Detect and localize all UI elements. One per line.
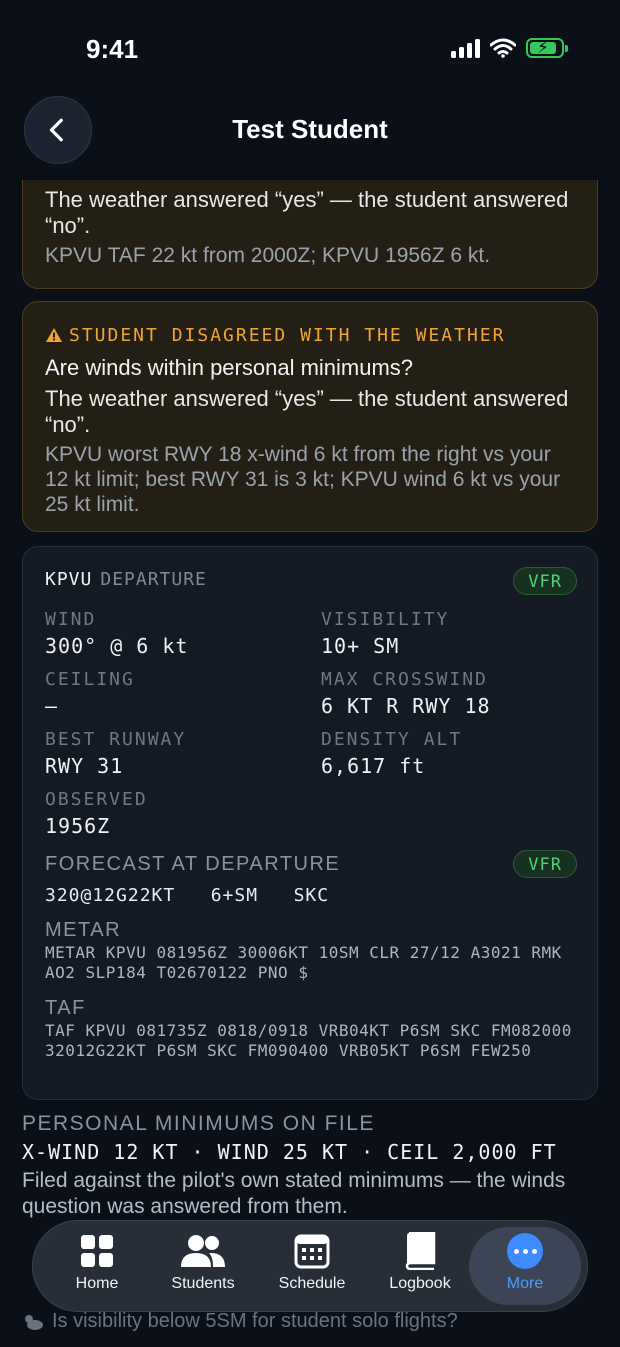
visibility-value: 10+ SM	[321, 634, 400, 658]
card-answer: The weather answered “yes” — the student…	[45, 187, 569, 238]
people-icon	[181, 1235, 225, 1267]
taf-text: TAF KPVU 081735Z 0818/0918 VRB04KT P6SM …	[45, 1021, 572, 1060]
metar-label: METAR	[45, 919, 122, 941]
density-alt-field: DENSITY ALT 6,617 ft	[321, 729, 581, 778]
tab-logbook[interactable]: Logbook	[366, 1227, 474, 1305]
max-crosswind-field: MAX CROSSWIND 6 KT R RWY 18	[321, 669, 581, 718]
warning-heading: STUDENT DISAGREED WITH THE WEATHER	[45, 322, 575, 348]
personal-minimums-label: PERSONAL MINIMUMS ON FILE	[22, 1112, 375, 1135]
status-time: 9:41	[86, 34, 139, 64]
book-icon	[405, 1232, 436, 1270]
max-crosswind-value: 6 KT R RWY 18	[321, 694, 491, 718]
list-item-text: Is visibility below 5SM for student solo…	[52, 1310, 458, 1332]
forecast-label: FORECAST AT DEPARTURE	[45, 853, 341, 875]
ellipsis-icon	[507, 1233, 543, 1269]
card-detail: KPVU TAF 22 kt from 2000Z; KPVU 1956Z 6 …	[45, 244, 491, 267]
disagreement-card: STUDENT DISAGREED WITH THE WEATHER Are w…	[22, 301, 598, 532]
card-question: Are winds within personal minimums?	[45, 355, 414, 380]
weather-card-heading: KPVU DEPARTURE	[45, 569, 207, 590]
personal-minimums-value: X-WIND 12 KT · WIND 25 KT · CEIL 2,000 F…	[22, 1140, 557, 1164]
flight-category-badge: VFR	[513, 567, 577, 595]
card-answer: The weather answered “yes” — the student…	[45, 386, 569, 437]
metar-text: METAR KPVU 081956Z 30006KT 10SM CLR 27/1…	[45, 943, 562, 982]
best-runway-value: RWY 31	[45, 754, 124, 778]
warning-text: STUDENT DISAGREED WITH THE WEATHER	[69, 324, 506, 346]
tab-students[interactable]: Students	[149, 1227, 257, 1305]
airport-id: KPVU	[45, 569, 93, 590]
wind-value: 300° @ 6 kt	[45, 634, 189, 658]
tab-bar: Home Students Schedule Logbook More	[32, 1220, 588, 1312]
scroll-content[interactable]: The weather answered “yes” — the student…	[0, 180, 620, 1347]
observed-field: OBSERVED 1956Z	[45, 789, 305, 838]
page-title: Test Student	[232, 114, 388, 144]
cellular-signal-icon	[451, 38, 480, 58]
weather-card: KPVU DEPARTURE VFR WIND 300° @ 6 kt VISIB…	[22, 546, 598, 1100]
status-bar: 9:41 ⚡	[0, 0, 620, 96]
best-runway-field: BEST RUNWAY RWY 31	[45, 729, 305, 778]
calendar-icon	[294, 1234, 330, 1269]
tab-label: Home	[75, 1275, 119, 1292]
tab-label: More	[506, 1275, 544, 1292]
forecast-value: 320@12G22KT 6+SM SKC	[45, 885, 330, 906]
taf-label: TAF	[45, 997, 86, 1019]
tab-label: Logbook	[389, 1275, 451, 1292]
visibility-field: VISIBILITY 10+ SM	[321, 609, 581, 658]
wind-field: WIND 300° @ 6 kt	[45, 609, 305, 658]
nav-header: Test Student	[0, 96, 620, 180]
cloud-sun-icon	[25, 1314, 43, 1330]
tab-schedule[interactable]: Schedule	[258, 1227, 366, 1305]
wifi-icon	[490, 38, 516, 58]
status-icons: ⚡	[451, 38, 568, 58]
observed-value: 1956Z	[45, 814, 111, 838]
warning-triangle-icon	[46, 328, 62, 342]
tab-more[interactable]: More	[469, 1227, 581, 1305]
grid-icon	[81, 1235, 113, 1267]
personal-minimums-note: Filed against the pilot's own stated min…	[22, 1169, 566, 1218]
tab-home[interactable]: Home	[43, 1227, 151, 1305]
airport-role: DEPARTURE	[100, 569, 207, 590]
card-detail: KPVU worst RWY 18 x-wind 6 kt from the r…	[45, 443, 561, 516]
forecast-category-badge: VFR	[513, 850, 577, 878]
tab-label: Schedule	[278, 1275, 346, 1292]
battery-charging-icon: ⚡	[526, 38, 568, 58]
list-item[interactable]: Is visibility below 5SM for student solo…	[22, 1310, 458, 1333]
density-alt-value: 6,617 ft	[321, 754, 426, 778]
ceiling-field: CEILING —	[45, 669, 305, 718]
tab-label: Students	[171, 1275, 235, 1292]
disagreement-card: The weather answered “yes” — the student…	[22, 180, 598, 289]
ceiling-value: —	[45, 694, 59, 718]
